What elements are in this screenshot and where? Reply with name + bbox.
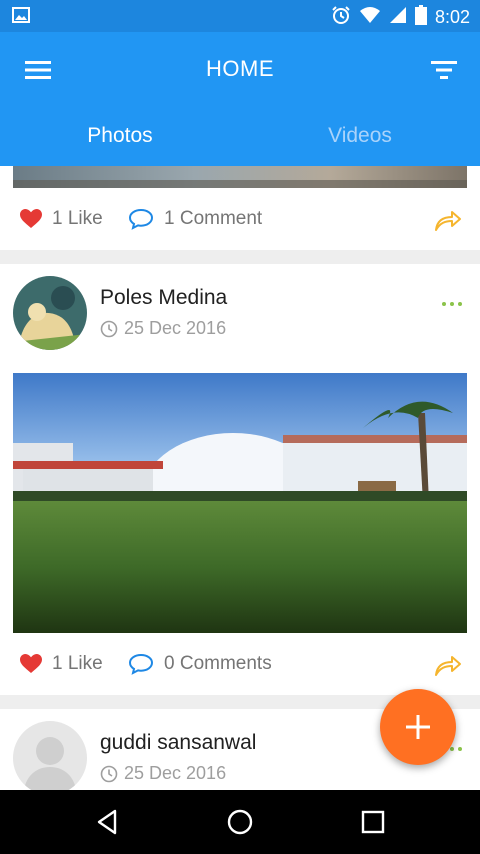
like-count: 1 Like bbox=[52, 208, 103, 229]
tab-photos[interactable]: Photos bbox=[0, 116, 240, 166]
system-nav-bar bbox=[0, 790, 480, 854]
more-options-icon[interactable] bbox=[442, 302, 462, 306]
status-bar: 8:02 bbox=[0, 0, 480, 32]
wifi-icon bbox=[359, 6, 381, 29]
comment-icon bbox=[128, 208, 154, 230]
comment-count: 0 Comments bbox=[164, 653, 272, 674]
clock-time: 8:02 bbox=[434, 7, 470, 27]
author-name[interactable]: Poles Medina bbox=[100, 286, 227, 310]
heart-icon bbox=[20, 209, 42, 228]
comment-icon bbox=[128, 653, 154, 675]
home-button[interactable] bbox=[224, 806, 256, 838]
back-icon bbox=[97, 809, 117, 835]
add-post-button[interactable] bbox=[380, 689, 456, 765]
post-actions: 1 Like 0 Comments bbox=[0, 635, 480, 695]
post-card: Poles Medina 25 Dec 2016 1 Like 0 Commen… bbox=[0, 264, 480, 695]
post-date-text: 25 Dec 2016 bbox=[124, 318, 227, 338]
author-name[interactable]: guddi sansanwal bbox=[100, 731, 256, 755]
post-photo[interactable] bbox=[13, 373, 467, 633]
share-icon bbox=[435, 656, 461, 676]
post-date: 25 Dec 2016 bbox=[100, 763, 226, 784]
clock-icon bbox=[100, 765, 118, 782]
battery-icon bbox=[414, 5, 427, 30]
comment-button[interactable]: 0 Comments bbox=[128, 653, 272, 675]
filter-icon bbox=[431, 61, 457, 79]
share-button[interactable] bbox=[434, 653, 462, 682]
post-actions: 1 Like 1 Comment bbox=[0, 190, 480, 250]
tab-bar: Photos Videos bbox=[0, 116, 480, 166]
like-button[interactable]: 1 Like bbox=[20, 208, 103, 230]
post-card: 1 Like 1 Comment bbox=[0, 166, 480, 250]
back-button[interactable] bbox=[91, 806, 123, 838]
clock-icon bbox=[100, 320, 118, 337]
plus-icon bbox=[406, 715, 430, 739]
comment-count: 1 Comment bbox=[164, 208, 263, 229]
filter-button[interactable] bbox=[428, 54, 460, 86]
post-date: 25 Dec 2016 bbox=[100, 318, 226, 339]
share-icon bbox=[435, 211, 461, 231]
avatar[interactable] bbox=[13, 276, 87, 350]
like-count: 1 Like bbox=[52, 653, 103, 674]
home-icon bbox=[227, 809, 253, 835]
avatar[interactable] bbox=[13, 721, 87, 790]
page-title: HOME bbox=[206, 56, 274, 81]
post-date-text: 25 Dec 2016 bbox=[124, 763, 227, 783]
like-button[interactable]: 1 Like bbox=[20, 653, 103, 675]
signal-icon bbox=[389, 6, 407, 29]
app-bar: HOME Photos Videos bbox=[0, 32, 480, 166]
comment-button[interactable]: 1 Comment bbox=[128, 208, 262, 230]
post-photo[interactable] bbox=[13, 166, 467, 188]
heart-icon bbox=[20, 654, 42, 673]
image-notification-icon bbox=[12, 7, 30, 28]
alarm-icon bbox=[331, 5, 351, 30]
share-button[interactable] bbox=[434, 208, 462, 237]
tab-videos[interactable]: Videos bbox=[240, 116, 480, 166]
recents-icon bbox=[361, 810, 385, 834]
recents-button[interactable] bbox=[357, 806, 389, 838]
